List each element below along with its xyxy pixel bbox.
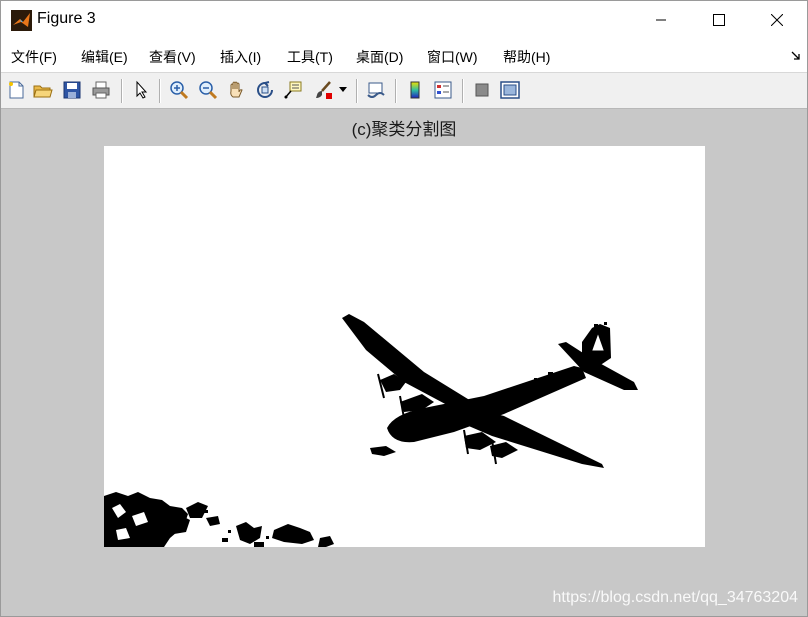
zoom-in-button[interactable] bbox=[168, 79, 190, 101]
zoom-out-icon bbox=[199, 81, 218, 100]
open-file-button[interactable] bbox=[32, 79, 54, 101]
figure-window: Figure 3 文件(F) 编辑(E) 查看(V) 插入(I) 工具(T) 桌… bbox=[0, 0, 808, 617]
edit-plot-button[interactable] bbox=[130, 79, 152, 101]
menu-edit[interactable]: 编辑(E) bbox=[81, 47, 128, 67]
close-button[interactable] bbox=[748, 1, 806, 39]
show-plot-tools-button[interactable] bbox=[499, 79, 521, 101]
hide-plot-tools-icon bbox=[475, 83, 489, 97]
zoom-in-icon bbox=[170, 81, 189, 100]
save-icon bbox=[63, 81, 81, 99]
select-arrow-icon bbox=[136, 80, 148, 99]
menu-file[interactable]: 文件(F) bbox=[11, 47, 57, 67]
new-figure-button[interactable] bbox=[5, 79, 27, 101]
watermark-text: https://blog.csdn.net/qq_34763204 bbox=[552, 589, 798, 606]
zoom-out-button[interactable] bbox=[197, 79, 219, 101]
axes-title: (c)聚类分割图 bbox=[351, 120, 457, 139]
pan-button[interactable] bbox=[225, 79, 247, 101]
segmentation-image[interactable] bbox=[104, 146, 705, 547]
legend-button[interactable] bbox=[432, 79, 454, 101]
save-button[interactable] bbox=[61, 79, 83, 101]
minimize-icon bbox=[656, 19, 666, 21]
menu-view[interactable]: 查看(V) bbox=[149, 47, 196, 67]
link-plot-icon bbox=[367, 82, 385, 98]
close-icon bbox=[771, 14, 783, 26]
rotate-3d-button[interactable] bbox=[254, 79, 276, 101]
dock-arrow-icon[interactable] bbox=[791, 51, 801, 61]
toolbar-separator bbox=[356, 79, 358, 103]
data-cursor-button[interactable] bbox=[282, 79, 304, 101]
brush-dropdown-icon bbox=[339, 87, 347, 92]
brush-icon bbox=[316, 81, 332, 99]
airplane-silhouette bbox=[104, 146, 705, 547]
hide-plot-tools-button[interactable] bbox=[471, 79, 493, 101]
show-plot-tools-icon bbox=[500, 81, 520, 99]
matlab-logo-icon bbox=[11, 10, 32, 31]
menu-help[interactable]: 帮助(H) bbox=[503, 47, 550, 67]
figure-toolbar bbox=[1, 72, 807, 109]
colorbar-icon bbox=[410, 81, 420, 99]
pan-hand-icon bbox=[230, 81, 243, 98]
toolbar-separator bbox=[159, 79, 161, 103]
new-figure-icon bbox=[9, 81, 24, 99]
print-icon bbox=[92, 81, 110, 99]
link-plot-button[interactable] bbox=[365, 79, 387, 101]
legend-icon bbox=[434, 81, 452, 99]
menu-desktop[interactable]: 桌面(D) bbox=[356, 47, 403, 67]
menu-window[interactable]: 窗口(W) bbox=[427, 47, 478, 67]
brush-dropdown-button[interactable] bbox=[337, 79, 349, 101]
minimize-button[interactable] bbox=[632, 1, 690, 39]
brush-button[interactable] bbox=[312, 79, 334, 101]
rotate-3d-icon bbox=[257, 81, 273, 98]
toolbar-separator bbox=[121, 79, 123, 103]
toolbar-separator bbox=[395, 79, 397, 103]
window-title: Figure 3 bbox=[37, 10, 96, 27]
title-bar[interactable]: Figure 3 bbox=[1, 1, 807, 39]
colorbar-button[interactable] bbox=[404, 79, 426, 101]
menu-bar: 文件(F) 编辑(E) 查看(V) 插入(I) 工具(T) 桌面(D) 窗口(W… bbox=[1, 39, 807, 72]
open-file-icon bbox=[33, 85, 53, 98]
print-button[interactable] bbox=[90, 79, 112, 101]
maximize-icon bbox=[713, 14, 725, 26]
data-cursor-icon bbox=[284, 81, 302, 99]
menu-tools[interactable]: 工具(T) bbox=[287, 47, 333, 67]
toolbar-separator bbox=[462, 79, 464, 103]
menu-insert[interactable]: 插入(I) bbox=[220, 47, 261, 67]
maximize-button[interactable] bbox=[690, 1, 748, 39]
